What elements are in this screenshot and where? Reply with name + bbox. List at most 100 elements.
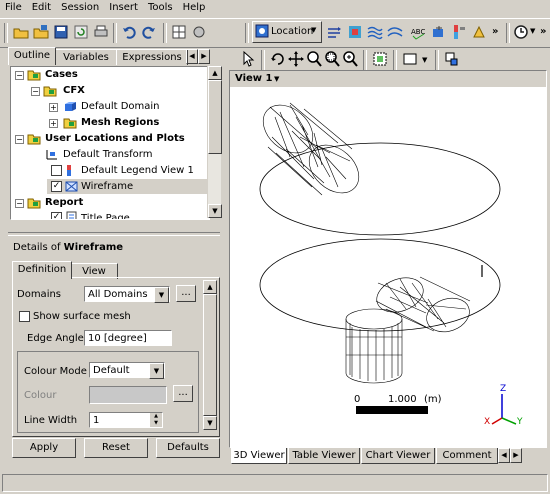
tree-item-default-domain[interactable]: Default Domain [81, 99, 160, 114]
defaults-button[interactable]: Defaults [156, 438, 220, 458]
collapse-toggle[interactable]: − [31, 87, 40, 96]
menu-session[interactable]: Session [56, 0, 104, 13]
vector-icon[interactable] [326, 23, 344, 41]
menu-help[interactable]: Help [178, 0, 211, 13]
edge-angle-input[interactable]: 10 [degree] [84, 330, 172, 346]
text-icon[interactable]: ABC [410, 23, 428, 41]
colour-label: Colour [24, 390, 57, 401]
wireframe-icon [65, 180, 79, 193]
legend-icon[interactable] [450, 23, 468, 41]
tree-item-user-locations[interactable]: User Locations and Plots [45, 131, 185, 146]
spinner-arrows[interactable]: ▲ ▼ [150, 413, 162, 427]
clock-icon[interactable] [512, 23, 530, 41]
particle-track-icon[interactable] [386, 23, 404, 41]
viewer-toolbar: ▼ [229, 48, 547, 70]
tab-definition[interactable]: Definition [12, 261, 72, 279]
clock-dropdown-icon[interactable]: ▼ [530, 27, 535, 35]
scroll-thumb[interactable] [203, 294, 217, 416]
visibility-checkbox[interactable] [51, 165, 62, 176]
visibility-checkbox[interactable]: ✓ [51, 181, 62, 192]
colour-mode-select[interactable]: Default ▼ [89, 362, 165, 379]
tree-item-mesh-regions[interactable]: Mesh Regions [81, 115, 159, 130]
tab-outline[interactable]: Outline [8, 47, 56, 65]
tree-item-default-transform[interactable]: Default Transform [63, 147, 152, 162]
reset-button[interactable]: Reset [84, 438, 148, 458]
viewer-canvas[interactable]: View 1 ▼ 0 1.000 (m) Z X Y [229, 70, 547, 448]
tree-item-cfx[interactable]: CFX [63, 83, 85, 98]
domains-ellipsis-button[interactable]: ... [176, 285, 196, 302]
collapse-toggle[interactable]: − [15, 135, 24, 144]
scroll-thumb[interactable] [208, 80, 222, 154]
highlight-icon[interactable] [371, 50, 389, 68]
refresh-icon[interactable] [72, 23, 90, 41]
apply-button[interactable]: Apply [12, 438, 76, 458]
toolbar-overflow-icon[interactable]: » [540, 26, 546, 37]
toolbar-separator [163, 23, 167, 43]
domains-select[interactable]: All Domains ▼ [84, 286, 170, 303]
tree-item-cases[interactable]: Cases [45, 67, 78, 82]
tree-item-report[interactable]: Report [45, 195, 83, 210]
tab-expressions[interactable]: Expressions [116, 49, 188, 65]
toolbar-separator [435, 50, 439, 70]
chevron-down-icon[interactable]: ▼ [274, 75, 279, 83]
scroll-up-button[interactable]: ▲ [208, 66, 222, 80]
pan-icon[interactable] [287, 50, 305, 68]
tree-item-wireframe[interactable]: Wireframe [81, 179, 133, 194]
instance-transform-icon[interactable] [470, 23, 488, 41]
collapse-toggle[interactable]: − [15, 71, 24, 80]
save-icon[interactable] [52, 23, 70, 41]
tree-scrollbar[interactable]: ▲ ▼ [207, 66, 222, 218]
tab-comment-viewer[interactable]: Comment Vi [436, 448, 498, 464]
toolbar-overflow-icon[interactable]: » [492, 26, 498, 37]
expand-toggle[interactable]: + [49, 103, 58, 112]
chevron-down-icon[interactable]: ▼ [154, 287, 169, 303]
collapse-toggle[interactable]: − [15, 199, 24, 208]
zoom-box-icon[interactable] [323, 50, 341, 68]
menu-file[interactable]: File [0, 0, 27, 13]
tab-chart-viewer[interactable]: Chart Viewer [361, 448, 435, 464]
colour-ellipsis-button[interactable]: ... [173, 385, 193, 402]
tab-scroll-left-button[interactable]: ◀ [498, 448, 510, 463]
redo-icon[interactable] [140, 23, 158, 41]
tab-table-viewer[interactable]: Table Viewer [288, 448, 360, 464]
open-folder-icon[interactable] [12, 23, 30, 41]
print-icon[interactable] [92, 23, 110, 41]
zoom-icon[interactable] [305, 50, 323, 68]
menu-tools[interactable]: Tools [143, 0, 178, 13]
tab-variables[interactable]: Variables [54, 49, 118, 65]
tab-scroll-right-button[interactable]: ▶ [510, 448, 522, 463]
details-scrollbar[interactable]: ▲ ▼ [203, 280, 217, 430]
tab-scroll-left-button[interactable]: ◀ [186, 49, 198, 64]
viewer-options-icon[interactable] [443, 50, 461, 68]
open-state-icon[interactable] [32, 23, 50, 41]
menu-edit[interactable]: Edit [27, 0, 56, 13]
undo-icon[interactable] [120, 23, 138, 41]
view-selector[interactable]: View 1 [235, 73, 272, 84]
menu-insert[interactable]: Insert [104, 0, 143, 13]
scroll-up-button[interactable]: ▲ [203, 280, 217, 294]
show-surface-mesh-checkbox[interactable] [19, 311, 30, 322]
turbo-icon[interactable] [190, 23, 208, 41]
select-pointer-icon[interactable] [239, 50, 257, 68]
visibility-checkbox[interactable]: ✓ [51, 212, 62, 219]
transform-icon [45, 148, 59, 161]
rotate-icon[interactable] [269, 50, 287, 68]
viewport-layout-icon[interactable] [401, 50, 419, 68]
tree-item-title-page[interactable]: Title Page [81, 211, 130, 219]
tab-3d-viewer[interactable]: 3D Viewer [231, 448, 287, 464]
tab-scroll-right-button[interactable]: ▶ [198, 49, 210, 64]
panel-splitter[interactable] [8, 232, 220, 236]
fit-view-icon[interactable] [341, 50, 359, 68]
scroll-down-button[interactable]: ▼ [203, 416, 217, 430]
streamline-icon[interactable] [366, 23, 384, 41]
tree-item-default-legend[interactable]: Default Legend View 1 [81, 163, 194, 178]
expand-toggle[interactable]: + [49, 119, 58, 128]
contour-icon[interactable] [346, 23, 364, 41]
mesh-icon[interactable] [170, 23, 188, 41]
chevron-down-icon[interactable]: ▼ [422, 56, 427, 64]
line-width-input[interactable]: 1 ▲ ▼ [89, 412, 163, 428]
coordinate-frame-icon[interactable] [430, 23, 448, 41]
location-button[interactable]: Location ▼ [252, 21, 322, 43]
scroll-down-button[interactable]: ▼ [208, 204, 222, 218]
chevron-down-icon[interactable]: ▼ [149, 363, 164, 379]
